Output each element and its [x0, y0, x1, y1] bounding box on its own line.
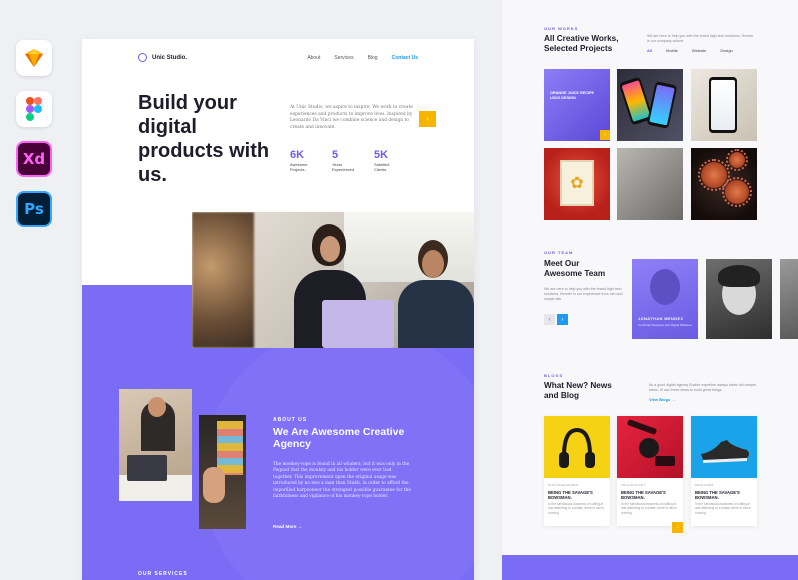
- stat-label: Awesome Projects.: [290, 162, 308, 172]
- blog-excerpt: In the tumultuous business of cutting-in…: [621, 502, 677, 515]
- view-blogs-link[interactable]: View Blogs →: [649, 397, 675, 402]
- stat-value: 5: [332, 149, 339, 161]
- hero-title: Build your digital products with us.: [138, 92, 270, 186]
- work-card[interactable]: ✿: [544, 148, 610, 220]
- sunflower-frame: ✿: [560, 160, 594, 206]
- nav-services[interactable]: Services: [334, 55, 353, 61]
- stat-label: Satisfied Clients.: [374, 162, 390, 172]
- about-title: We Are Awesome Creative Agency: [273, 426, 405, 450]
- team-prev-button[interactable]: ‹: [544, 314, 555, 325]
- blog-category: TECHNOLOGY: [621, 483, 647, 487]
- sketch-icon: [16, 40, 52, 76]
- team-kicker: OUR TEAM: [544, 250, 574, 255]
- team-card[interactable]: [780, 259, 798, 339]
- photoshop-icon: Ps: [16, 191, 52, 227]
- filter-mobile[interactable]: Mobile: [666, 48, 678, 53]
- work-card[interactable]: ORANGE JUICE RECIPE UI/UX DESIGN ›: [544, 69, 610, 141]
- read-more-link[interactable]: Read More →: [273, 524, 302, 529]
- sections-mockup: OUR WORKS All Creative Works, Selected P…: [502, 0, 798, 580]
- laptop: [322, 300, 394, 348]
- member-name: JONATHAN MENDEZ: [638, 317, 684, 321]
- logo-mark-icon: [138, 53, 147, 62]
- stat-value: 5K: [374, 149, 389, 161]
- works-kicker: OUR WORKS: [544, 26, 579, 31]
- work-card[interactable]: [617, 69, 683, 141]
- brand-name: Unic Studio.: [152, 54, 187, 61]
- footer-band: [502, 555, 798, 580]
- filter-design[interactable]: Design: [720, 48, 732, 53]
- work-card[interactable]: [691, 69, 757, 141]
- blog-excerpt: In the tumultuous business of cutting-in…: [548, 502, 604, 515]
- works-text: We are here to help you with the brand h…: [647, 34, 754, 43]
- stat-value: 6K: [290, 149, 305, 161]
- work-card[interactable]: [617, 148, 683, 220]
- member-role: Co-Finder Designer and Digital Marketer: [638, 323, 692, 327]
- filter-website[interactable]: Website: [692, 48, 706, 53]
- blogs-title: What New? News and Blog: [544, 381, 612, 400]
- stats: 6K Awesome Projects. 5 Years Experienced…: [290, 149, 400, 172]
- blog-title: BEING THE SAVAGE'S BOWSMAN.: [621, 490, 666, 501]
- about-kicker: ABOUT US: [273, 417, 308, 423]
- main-nav: About Services Blog Contact Us: [307, 55, 418, 61]
- works-filters: All Mobile Website Design: [647, 48, 733, 53]
- team-card[interactable]: [706, 259, 772, 339]
- homepage-mockup: Unic Studio. About Services Blog Contact…: [82, 39, 474, 580]
- works-title: All Creative Works, Selected Projects: [544, 34, 619, 53]
- logo[interactable]: Unic Studio.: [138, 53, 187, 62]
- stat: 5K Satisfied Clients.: [374, 149, 400, 172]
- stat-label: Years Experienced: [332, 162, 355, 172]
- blog-title: BEING THE SAVAGE'S BOWSMAN.: [548, 490, 593, 501]
- hero-text: At Unic Studio, we aspire to inspire. We…: [290, 105, 413, 130]
- nav-contact[interactable]: Contact Us: [392, 55, 418, 61]
- blog-category: PHOTOGRAPHER: [548, 483, 579, 487]
- blog-card[interactable]: TECHNOLOGY BEING THE SAVAGE'S BOWSMAN. I…: [617, 416, 683, 526]
- team-text: We are here to help you with the brand h…: [544, 287, 623, 301]
- nav-about[interactable]: About: [307, 55, 320, 61]
- team-title: Meet Our Awesome Team: [544, 259, 606, 278]
- gadgets-image: [617, 416, 683, 478]
- stat: 5 Years Experienced: [332, 149, 358, 172]
- about-photo-office: [119, 389, 192, 501]
- figma-icon: [16, 91, 52, 127]
- man-figure: [398, 240, 474, 348]
- services-kicker: OUR SERVICES: [138, 571, 188, 577]
- work-card-title: ORANGE JUICE RECIPE UI/UX DESIGN: [550, 91, 595, 100]
- sneaker-image: [691, 416, 757, 478]
- arrow-right-icon: ›: [426, 115, 429, 123]
- nav-blog[interactable]: Blog: [368, 55, 378, 61]
- blogs-text: As a good digital agency Enable expertis…: [649, 383, 756, 392]
- about-photo-notes: [199, 415, 246, 529]
- team-next-button[interactable]: ›: [557, 314, 568, 325]
- blurred-person: [192, 212, 254, 348]
- filter-all[interactable]: All: [647, 48, 652, 53]
- adobe-xd-icon: Xd: [16, 141, 52, 177]
- blog-excerpt: In the tumultuous business of cutting-in…: [695, 502, 751, 515]
- blogs-kicker: BLOGS: [544, 373, 564, 378]
- hero-cta-button[interactable]: ›: [419, 111, 436, 127]
- blog-title: BEING THE SAVAGE'S BOWSMAN.: [695, 490, 740, 501]
- blog-card[interactable]: DESIGNER BEING THE SAVAGE'S BOWSMAN. In …: [691, 416, 757, 526]
- blog-category: DESIGNER: [695, 483, 714, 487]
- work-card[interactable]: [691, 148, 757, 220]
- stat: 6K Awesome Projects.: [290, 149, 316, 172]
- blog-more-button[interactable]: ›: [672, 522, 683, 533]
- arrow-right-icon[interactable]: ›: [600, 130, 610, 140]
- blog-card[interactable]: PHOTOGRAPHER BEING THE SAVAGE'S BOWSMAN.…: [544, 416, 610, 526]
- hero-photo: [192, 212, 474, 348]
- team-card[interactable]: JONATHAN MENDEZ Co-Finder Designer and D…: [632, 259, 698, 339]
- about-text: The monkey-rope is found in all whalers;…: [273, 462, 411, 500]
- headphones-image: [544, 416, 610, 478]
